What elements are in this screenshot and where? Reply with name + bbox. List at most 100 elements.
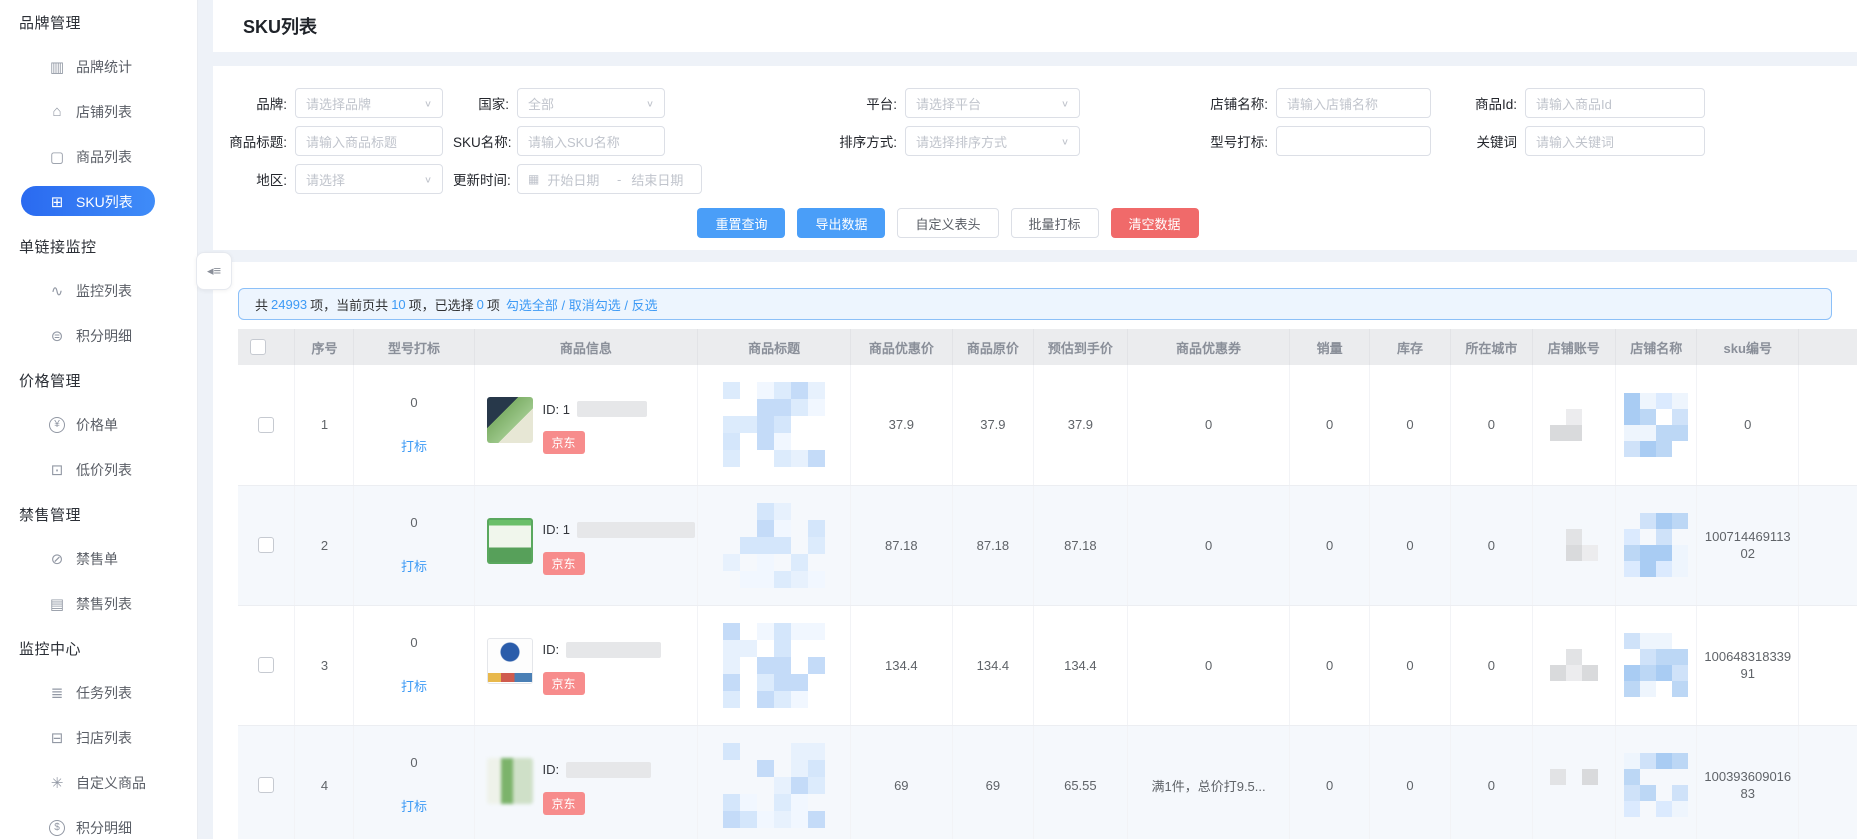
update-time-input[interactable]: ▦ 开始日期 - 结束日期 — [517, 164, 702, 194]
filter-field-region: 地区: 请选择 ∨ — [229, 164, 443, 194]
product-info: ID: 京东 — [475, 756, 697, 815]
grid-icon: ⊞ — [50, 193, 64, 211]
mark-action-link[interactable]: 打标 — [401, 559, 427, 574]
reset-query-button[interactable]: 重置查询 — [697, 208, 786, 238]
redacted-mosaic — [1549, 408, 1598, 441]
product-id-text: ID: — [542, 762, 560, 777]
placeholder-text: 请输入关键词 — [1536, 134, 1615, 150]
placeholder-text: 请选择 — [306, 172, 346, 188]
sidebar-item-品牌统计[interactable]: ▥ 品牌统计 — [0, 44, 197, 89]
product-info: ID: 1 京东 — [475, 516, 697, 575]
sku-number: 10064831833991 — [1704, 649, 1792, 681]
sidebar-item-自定义商品[interactable]: ✳ 自定义商品 — [0, 760, 197, 805]
cell-estimated-price: 134.4 — [1033, 605, 1128, 726]
export-data-button[interactable]: 导出数据 — [797, 208, 886, 238]
brand-select[interactable]: 请选择品牌 ∨ — [295, 88, 443, 118]
select-all-checkbox[interactable] — [250, 339, 266, 355]
batch-mark-button[interactable]: 批量打标 — [1010, 208, 1099, 238]
cell-product: ID: 1 京东 — [474, 365, 699, 486]
selected-value: 全部 — [528, 96, 555, 112]
model-mark-input[interactable] — [1276, 126, 1431, 156]
sidebar-item-任务列表[interactable]: ≣ 任务列表 — [0, 670, 197, 715]
sidebar-item-监控列表[interactable]: ∿ 监控列表 — [0, 268, 197, 313]
cell-select — [238, 485, 296, 606]
date-start-placeholder: 开始日期 — [547, 172, 600, 188]
cell-coupon: 0 — [1127, 485, 1291, 606]
cell-sales: 0 — [1289, 485, 1370, 606]
platform-badge: 京东 — [542, 551, 585, 575]
redacted-mosaic — [1550, 529, 1598, 561]
redacted-id-blur — [566, 641, 662, 658]
table-body: 10打标ID: 1京东37.937.937.900000暂20打标ID: 1京东… — [238, 365, 1857, 839]
cell-original-price: 69 — [952, 725, 1035, 839]
filter-label-country: 国家: — [478, 97, 509, 112]
cell-title — [697, 485, 851, 606]
keyword-input[interactable]: 请输入关键词 — [1525, 126, 1705, 156]
sidebar-item-商品列表[interactable]: ▢ 商品列表 — [0, 134, 197, 179]
platform-select[interactable]: 请选择平台 ∨ — [905, 88, 1080, 118]
sidebar-section: 禁售管理 ⊘ 禁售单 ▤ 禁售列表 — [0, 492, 197, 626]
cell-product: ID: 京东 — [474, 725, 699, 839]
product-id-input[interactable]: 请输入商品Id — [1525, 88, 1705, 118]
link-separator: / — [620, 297, 632, 313]
summary-link-取消勾选[interactable]: 取消勾选 — [569, 298, 621, 313]
table-header-row: 序号 型号打标 商品信息 商品标题 商品优惠价 商品原价 预估到手价 商品优惠券 销量 库存 所在城… — [238, 329, 1857, 365]
sku-number: 10039360901683 — [1704, 769, 1792, 801]
cell-shop-name — [1615, 725, 1698, 839]
col-header-estimated_price: 预估到手价 — [1033, 329, 1128, 365]
filter-label-keyword: 关键词 — [1476, 135, 1518, 150]
sidebar-item-禁售列表[interactable]: ▤ 禁售列表 — [0, 581, 197, 626]
sidebar-item-店铺列表[interactable]: ⌂ 店铺列表 — [0, 89, 197, 134]
sidebar-item-价格单[interactable]: ¥ 价格单 — [0, 402, 197, 447]
sidebar-section-title: 品牌管理 — [19, 14, 82, 32]
shop-name-input[interactable]: 请输入店铺名称 — [1276, 88, 1431, 118]
sidebar-item-禁售单[interactable]: ⊘ 禁售单 — [0, 536, 197, 581]
col-header-title: 商品标题 — [697, 329, 851, 365]
cell-title — [697, 725, 851, 839]
redacted-mosaic — [1549, 769, 1598, 801]
filter-panel: 品牌: 请选择品牌 ∨ 国家: 全部 ∨ 平台: 请选择平台 ∨ 店铺名称: 请输入店铺名称 商品Id… — [213, 66, 1857, 250]
mark-action-link[interactable]: 打标 — [401, 679, 427, 694]
product-title-input[interactable]: 请输入商品标题 — [295, 126, 443, 156]
product-id: ID: — [542, 761, 652, 778]
mark-action-link[interactable]: 打标 — [401, 439, 427, 454]
collapse-sidebar-button[interactable]: ◂≡ — [196, 252, 232, 290]
sidebar-item-积分明细[interactable]: ⊜ 积分明细 — [0, 313, 197, 358]
cell-coupon: 满1件，总价打9.5... — [1127, 725, 1291, 839]
sidebar-item-低价列表[interactable]: ⊡ 低价列表 — [0, 447, 197, 492]
redacted-mosaic — [1624, 513, 1689, 577]
filter-label-sort-order: 排序方式: — [839, 135, 897, 150]
sidebar-item-SKU列表[interactable]: ⊞ SKU列表 — [0, 179, 197, 224]
filter-row: 品牌: 请选择品牌 ∨ 国家: 全部 ∨ 平台: 请选择平台 ∨ 店铺名称: 请输入店铺名称 商品Id… — [229, 88, 1857, 118]
row-checkbox[interactable] — [258, 777, 275, 793]
summary-link-反选[interactable]: 反选 — [632, 298, 658, 313]
cell-city: 0 — [1450, 365, 1533, 486]
placeholder-text: 请选择排序方式 — [916, 134, 1008, 150]
summary-link-勾选全部[interactable]: 勾选全部 — [506, 298, 558, 313]
cell-discount-price: 134.4 — [850, 605, 953, 726]
country-select[interactable]: 全部 ∨ — [517, 88, 665, 118]
row-checkbox[interactable] — [258, 416, 275, 433]
sidebar-item-扫店列表[interactable]: ⊟ 扫店列表 — [0, 715, 197, 760]
redacted-mosaic — [723, 502, 826, 588]
filter-label-model-mark: 型号打标: — [1210, 135, 1268, 150]
clear-data-button[interactable]: 清空数据 — [1110, 208, 1199, 238]
row-checkbox[interactable] — [258, 537, 275, 553]
cell-estimated-price: 37.9 — [1033, 365, 1128, 486]
sidebar-item-积分明细[interactable]: $ 积分明细 — [0, 805, 197, 839]
mark-action-link[interactable]: 打标 — [401, 799, 427, 814]
cell-shop-name — [1615, 605, 1698, 726]
product-thumbnail — [486, 517, 533, 564]
calendar-icon: ▦ — [528, 172, 540, 186]
sort-order-select[interactable]: 请选择排序方式 ∨ — [905, 126, 1080, 156]
custom-header-button[interactable]: 自定义表头 — [897, 208, 999, 238]
region-select[interactable]: 请选择 ∨ — [295, 164, 443, 194]
platform-badge-wrap: 京东 — [542, 417, 647, 455]
row-checkbox[interactable] — [258, 657, 275, 673]
placeholder-text: 请输入商品标题 — [306, 134, 398, 150]
cell-city: 0 — [1450, 485, 1533, 606]
filter-field-sku-name: SKU名称: 请输入SKU名称 — [453, 126, 665, 156]
product-id-text: ID: 1 — [542, 522, 570, 537]
sidebar-item-label: 品牌统计 — [76, 58, 132, 75]
sku-name-input[interactable]: 请输入SKU名称 — [517, 126, 665, 156]
